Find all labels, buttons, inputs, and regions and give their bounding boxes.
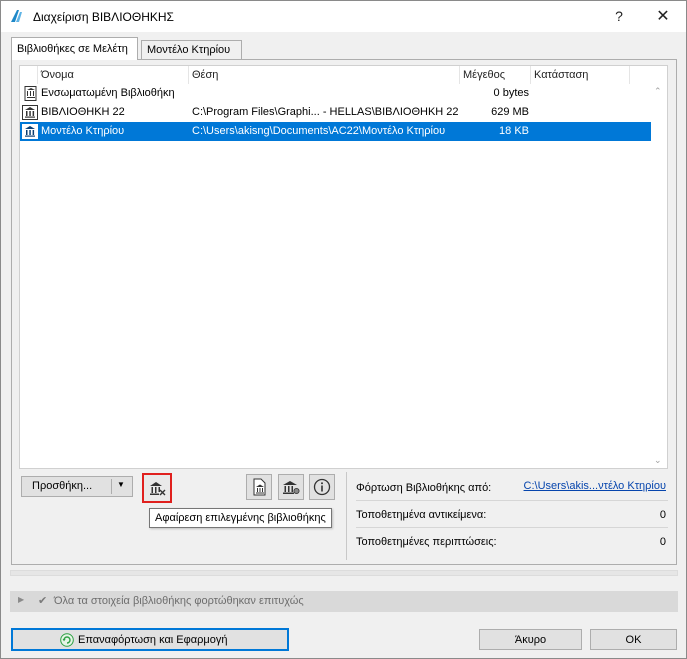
window-title: Διαχείριση ΒΙΒΛΙΟΘΗΚΗΣ (33, 10, 174, 24)
load-from-label: Φόρτωση Βιβλιοθήκης από: (356, 482, 492, 494)
dropdown-arrow-icon[interactable]: ▼ (117, 480, 125, 489)
load-from-link[interactable]: C:\Users\akis...ντέλο Κτηρίου (524, 480, 666, 492)
reload-and-apply-label: Επαναφόρτωση και Εφαρμογή (78, 634, 228, 646)
library-size: 629 MB (491, 106, 529, 118)
scroll-down-arrow-icon[interactable]: ⌄ (654, 455, 662, 466)
table-row[interactable]: Ενσωματωμένη Βιβλιοθήκη 0 bytes (20, 84, 652, 103)
title-bar: Διαχείριση ΒΙΒΛΙΟΘΗΚΗΣ ? ✕ (1, 1, 686, 32)
tab-panel: Όνομα Θέση Μέγεθος Κατάσταση Ενσωματωμέν… (11, 59, 677, 565)
cancel-button[interactable]: Άκυρο (479, 629, 582, 650)
column-header-name[interactable]: Όνομα (38, 66, 189, 84)
remove-library-button[interactable] (142, 473, 172, 503)
library-icon (22, 124, 38, 139)
library-info-button[interactable] (309, 474, 335, 500)
column-header-location[interactable]: Θέση (189, 66, 460, 84)
column-header-size[interactable]: Μέγεθος (460, 66, 531, 84)
divider (346, 472, 347, 560)
export-library-button[interactable] (246, 474, 272, 500)
export-library-icon (253, 478, 266, 496)
tab-libraries-in-project[interactable]: Βιβλιοθήκες σε Μελέτη (11, 37, 138, 60)
library-manager-dialog: Διαχείριση ΒΙΒΛΙΟΘΗΚΗΣ ? ✕ Βιβλιοθήκες σ… (0, 0, 687, 659)
table-row[interactable]: ΒΙΒΛΙΟΘΗΚΗ 22 C:\Program Files\Graphi...… (20, 103, 652, 122)
column-header-icon[interactable] (20, 66, 38, 84)
library-size: 18 KB (499, 125, 529, 137)
info-icon (313, 478, 331, 496)
library-settings-button[interactable] (278, 474, 304, 500)
placed-objects-value: 0 (659, 509, 666, 521)
library-location: C:\Users\akisng\Documents\AC22\Μοντέλο Κ… (192, 125, 446, 137)
add-library-label: Προσθήκη... (32, 480, 93, 492)
checkmark-icon: ✔ (38, 595, 48, 607)
remove-library-tooltip: Αφαίρεση επιλεγμένης βιβλιοθήκης (149, 508, 332, 528)
library-settings-icon (283, 481, 300, 494)
status-message: Όλα τα στοιχεία βιβλιοθήκης φορτώθηκαν ε… (54, 595, 304, 607)
tab-building-model[interactable]: Μοντέλο Κτηρίου (141, 40, 242, 60)
library-name: Μοντέλο Κτηρίου (41, 125, 125, 137)
placed-instances-value: 0 (659, 536, 666, 548)
expand-arrow-icon[interactable]: ▶ (18, 595, 24, 604)
vertical-scrollbar[interactable]: ⌃ ⌄ (651, 84, 667, 468)
close-button[interactable]: ✕ (641, 1, 685, 31)
column-header-status[interactable]: Κατάσταση (531, 66, 630, 84)
remove-library-icon (150, 482, 166, 496)
status-bar[interactable]: ▶ ✔ Όλα τα στοιχεία βιβλιοθήκης φορτώθηκ… (10, 591, 678, 612)
divider (356, 500, 668, 501)
placed-instances-label: Τοποθετημένες περιπτώσεις: (356, 536, 497, 548)
placed-objects-label: Τοποθετημένα αντικείμενα: (356, 509, 487, 521)
scroll-up-arrow-icon[interactable]: ⌃ (654, 86, 662, 97)
library-location: C:\Program Files\Graphi... - HELLAS\ΒΙΒΛ… (192, 106, 459, 118)
ok-button[interactable]: ΟΚ (590, 629, 677, 650)
library-list[interactable]: Όνομα Θέση Μέγεθος Κατάσταση Ενσωματωμέν… (19, 65, 668, 469)
split-separator (111, 479, 112, 494)
embedded-library-icon (24, 86, 37, 101)
table-row[interactable]: Μοντέλο Κτηρίου C:\Users\akisng\Document… (20, 122, 652, 141)
progress-bar (10, 570, 678, 576)
library-size: 0 bytes (493, 87, 529, 99)
reload-and-apply-button[interactable]: Επαναφόρτωση και Εφαρμογή (11, 628, 289, 651)
library-icon (22, 105, 38, 120)
archicad-logo-icon (11, 10, 22, 22)
library-name: Ενσωματωμένη Βιβλιοθήκη (41, 87, 175, 99)
library-name: ΒΙΒΛΙΟΘΗΚΗ 22 (41, 106, 125, 118)
help-button[interactable]: ? (597, 1, 641, 31)
divider (356, 527, 668, 528)
reload-icon (60, 633, 74, 647)
add-library-button[interactable]: Προσθήκη... ▼ (21, 476, 133, 497)
